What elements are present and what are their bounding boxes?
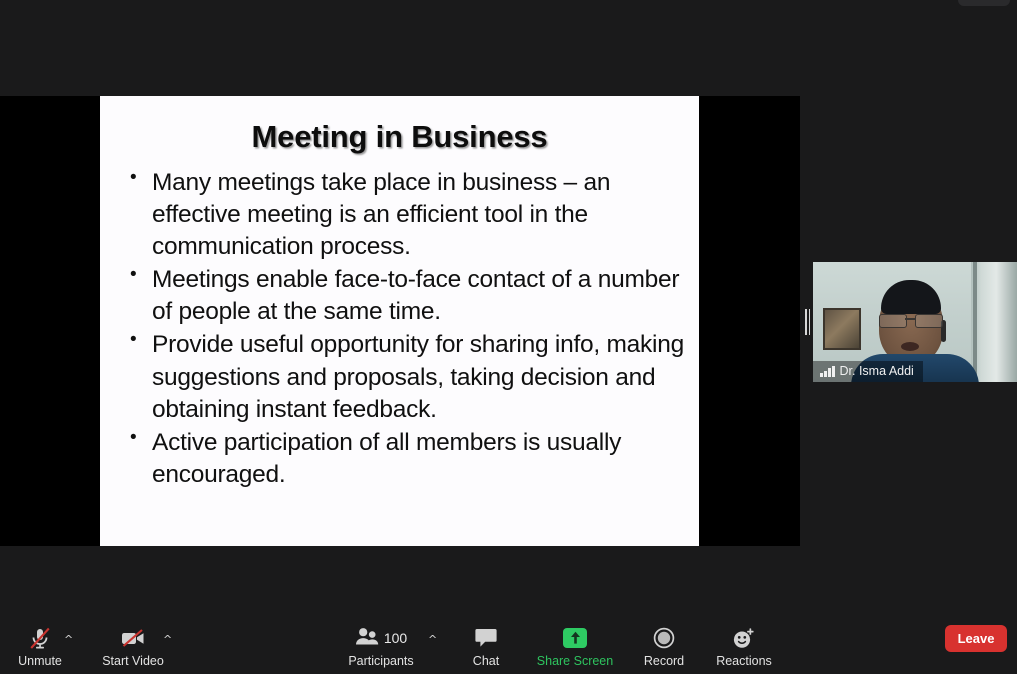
leave-button[interactable]: Leave	[945, 625, 1007, 652]
reactions-smiley-plus-icon	[732, 625, 756, 651]
share-screen-arrow-icon	[563, 628, 587, 648]
signal-strength-icon	[820, 365, 835, 377]
slide-bullet: Active participation of all members is u…	[130, 426, 685, 491]
slide-bullet: Many meetings take place in business – a…	[130, 166, 685, 263]
video-feed-person-mouth	[901, 342, 919, 351]
start-video-label: Start Video	[102, 654, 164, 668]
participants-label: Participants	[348, 654, 414, 668]
chat-bubble-icon	[474, 625, 498, 651]
start-video-button[interactable]: Start Video	[101, 625, 165, 668]
reactions-button[interactable]: Reactions	[713, 625, 775, 668]
chat-label: Chat	[472, 654, 500, 668]
record-circle-icon	[653, 625, 675, 651]
participants-button[interactable]: 100 Participants	[348, 625, 414, 668]
slide-title: Meeting in Business	[251, 119, 548, 154]
shared-screen-region[interactable]: Meeting in Business Many meetings take p…	[0, 96, 800, 546]
presentation-slide: Meeting in Business Many meetings take p…	[100, 96, 699, 546]
slide-bullet-list: Many meetings take place in business – a…	[100, 166, 699, 491]
reactions-label: Reactions	[716, 654, 772, 668]
share-screen-label: Share Screen	[536, 654, 614, 668]
mute-button[interactable]: Unmute	[15, 625, 65, 668]
participant-name-label: Dr. Isma Addi	[839, 364, 914, 378]
meeting-toolbar: Unmute ^ Start Video ^ 100 Participants …	[0, 610, 1017, 674]
participants-icon	[355, 627, 379, 649]
participant-name-badge: Dr. Isma Addi	[813, 361, 923, 382]
video-feed-wall-picture	[823, 308, 861, 350]
video-options-chevron-up-icon[interactable]: ^	[163, 634, 172, 645]
mute-label: Unmute	[18, 654, 62, 668]
record-label: Record	[643, 654, 685, 668]
camera-muted-icon	[119, 625, 147, 651]
participants-count: 100	[383, 630, 408, 646]
slide-bullet: Meetings enable face-to-face contact of …	[130, 263, 685, 328]
slide-bullet: Provide useful opportunity for sharing i…	[130, 328, 685, 425]
drag-handle-icon[interactable]	[803, 309, 812, 335]
video-feed-person-glasses	[875, 314, 947, 328]
meeting-stage: Meeting in Business Many meetings take p…	[0, 0, 1017, 610]
microphone-muted-icon	[28, 625, 52, 651]
chat-button[interactable]: Chat	[465, 625, 507, 668]
participants-options-chevron-up-icon[interactable]: ^	[428, 634, 437, 645]
video-feed-doorframe	[971, 262, 1017, 382]
collapsed-toolbar-pill[interactable]	[958, 0, 1010, 6]
video-feed-doorframe-edge	[973, 262, 977, 382]
share-screen-button[interactable]: Share Screen	[531, 625, 619, 668]
participant-video-thumbnail[interactable]: Dr. Isma Addi	[813, 262, 1017, 382]
mute-options-chevron-up-icon[interactable]: ^	[64, 634, 73, 645]
record-button[interactable]: Record	[637, 625, 691, 668]
